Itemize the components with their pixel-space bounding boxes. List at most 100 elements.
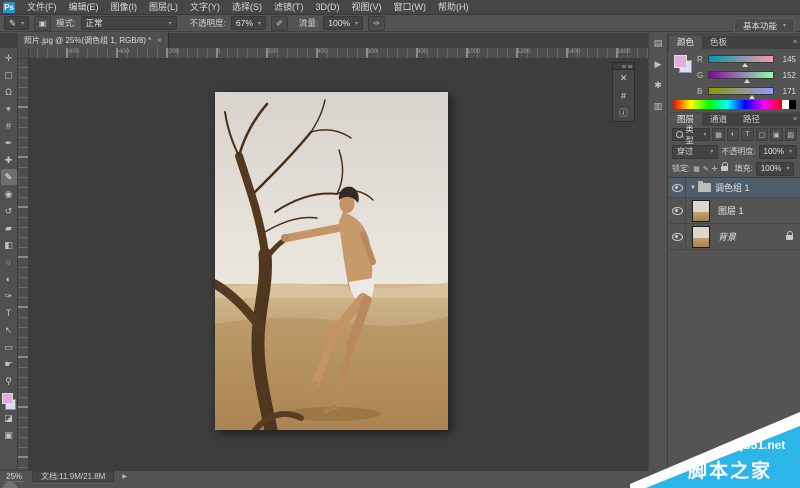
tab-paths[interactable]: 路径 xyxy=(735,113,768,126)
lock-move-icon[interactable]: ✛ xyxy=(712,165,718,173)
layer-name[interactable]: 调色组 1 xyxy=(715,181,750,194)
tool-hand[interactable]: ☛ xyxy=(1,356,17,372)
layer-row-group[interactable]: ▼ 调色组 1 xyxy=(669,178,800,198)
tool-clone-stamp[interactable]: ◉ xyxy=(1,186,17,202)
close-tab-icon[interactable]: × xyxy=(157,36,162,45)
tab-color[interactable]: 颜色 xyxy=(669,36,702,49)
tool-type[interactable]: T xyxy=(1,305,17,321)
blend-mode-select[interactable]: 正常 ▾ xyxy=(81,16,177,30)
panel-color-swatches[interactable] xyxy=(674,55,692,73)
menu-help[interactable]: 帮助(H) xyxy=(432,0,475,14)
menu-type[interactable]: 文字(Y) xyxy=(184,0,226,14)
tool-crop[interactable]: # xyxy=(1,118,17,134)
layer-opacity-select[interactable]: 100% ▾ xyxy=(759,145,797,159)
history-panel-icon[interactable]: ▤ xyxy=(654,38,663,48)
color-spectrum-ramp[interactable] xyxy=(673,100,796,109)
tool-path-selection[interactable]: ↖ xyxy=(1,322,17,338)
document-image[interactable] xyxy=(215,92,448,430)
menu-layer[interactable]: 图层(L) xyxy=(143,0,184,14)
floating-panel-header[interactable] xyxy=(613,63,634,70)
visibility-eye-icon[interactable] xyxy=(672,233,683,241)
tool-quick-mask[interactable]: ◪ xyxy=(1,410,17,426)
slider-marker-icon[interactable] xyxy=(742,63,748,67)
color-swatches[interactable] xyxy=(2,393,16,410)
ruler-horizontal[interactable]: -600 -400 -200 0 200 400 600 800 1000 12… xyxy=(18,48,648,59)
layer-blend-mode-select[interactable]: 穿过 ▾ xyxy=(672,145,718,159)
slice-icon[interactable]: ✕ xyxy=(615,70,632,87)
tool-eraser[interactable]: ▰ xyxy=(1,220,17,236)
tool-brush[interactable]: ✎ xyxy=(1,169,17,185)
spectrum-black-swatch[interactable] xyxy=(789,100,796,109)
tool-zoom[interactable]: ⚲ xyxy=(1,373,17,389)
toggle-brush-panel-button[interactable]: ▣ xyxy=(34,16,51,31)
tool-screen-mode[interactable]: ▣ xyxy=(1,427,17,443)
blue-slider[interactable] xyxy=(708,87,774,95)
tool-pen[interactable]: ✑ xyxy=(1,288,17,304)
filter-pixel-layers-icon[interactable]: ▦ xyxy=(712,128,724,141)
layer-row-layer1[interactable]: 图层 1 xyxy=(669,198,800,224)
lock-all-icon[interactable] xyxy=(721,166,728,171)
visibility-cell[interactable] xyxy=(669,198,686,223)
lock-transparency-icon[interactable]: ▦ xyxy=(693,165,700,173)
layer-filter-type-select[interactable]: 类型 ▾ xyxy=(672,128,710,141)
menu-select[interactable]: 选择(S) xyxy=(226,0,268,14)
spectrum-gradient[interactable] xyxy=(673,100,782,109)
pressure-opacity-button[interactable]: ✐ xyxy=(271,16,288,31)
tool-shape[interactable]: ▭ xyxy=(1,339,17,355)
visibility-eye-icon[interactable] xyxy=(672,184,683,192)
histogram-panel-icon[interactable]: ▥ xyxy=(654,101,663,111)
visibility-cell[interactable] xyxy=(669,178,686,197)
foreground-color-swatch[interactable] xyxy=(674,55,687,68)
zoom-level-field[interactable]: 25% xyxy=(4,472,24,482)
channel-value[interactable]: 145 xyxy=(778,55,796,64)
tool-lasso[interactable]: Ω xyxy=(1,84,17,100)
menu-image[interactable]: 图像(I) xyxy=(105,0,144,14)
brush-preset-picker[interactable]: ✎ ▾ xyxy=(4,16,29,30)
layer-thumbnail[interactable] xyxy=(692,200,710,222)
styles-panel-icon[interactable]: ✱ xyxy=(654,80,662,90)
count-icon[interactable]: # xyxy=(615,87,632,104)
tool-dodge[interactable]: ◐ xyxy=(1,271,17,287)
opacity-select[interactable]: 67% ▾ xyxy=(231,16,266,30)
menu-window[interactable]: 窗口(W) xyxy=(388,0,433,14)
group-expand-icon[interactable]: ▼ xyxy=(690,185,696,191)
tool-history-brush[interactable]: ↺ xyxy=(1,203,17,219)
layer-row-background[interactable]: 背景 xyxy=(669,224,800,250)
tool-rectangular-marquee[interactable]: ▢ xyxy=(1,67,17,83)
menu-3d[interactable]: 3D(D) xyxy=(310,0,346,14)
document-tab[interactable]: 照片.jpg @ 25%(调色组 1, RGB/8) * × xyxy=(18,33,169,48)
workspace-switcher-button[interactable]: 基本功能 ▾ xyxy=(734,18,795,33)
lock-paint-icon[interactable]: ✎ xyxy=(703,165,709,173)
tool-blur[interactable]: ○ xyxy=(1,254,17,270)
info-icon[interactable]: ⓘ xyxy=(615,104,632,121)
menu-edit[interactable]: 编辑(E) xyxy=(63,0,105,14)
panel-menu-icon[interactable]: ≡ xyxy=(793,116,797,123)
tool-move[interactable]: ✛ xyxy=(1,50,17,66)
status-options-arrow-icon[interactable]: ▶ xyxy=(122,473,127,480)
green-slider[interactable] xyxy=(708,71,774,79)
panel-menu-icon[interactable]: ≡ xyxy=(793,39,797,46)
filter-adjustment-layers-icon[interactable]: ◐ xyxy=(727,128,739,141)
filter-smart-objects-icon[interactable]: ▣ xyxy=(770,128,782,141)
visibility-cell[interactable] xyxy=(669,224,686,249)
filter-shape-layers-icon[interactable]: ▢ xyxy=(756,128,768,141)
tab-channels[interactable]: 通道 xyxy=(702,113,735,126)
airbrush-button[interactable]: ✑ xyxy=(368,16,385,31)
flow-select[interactable]: 100% ▾ xyxy=(323,16,363,30)
menu-filter[interactable]: 滤镜(T) xyxy=(268,0,310,14)
channel-value[interactable]: 152 xyxy=(778,71,796,80)
foreground-color-swatch[interactable] xyxy=(2,393,13,404)
ruler-origin-corner[interactable] xyxy=(18,48,29,59)
slider-marker-icon[interactable] xyxy=(749,95,755,99)
tool-spot-healing[interactable]: ✚ xyxy=(1,152,17,168)
filter-type-layers-icon[interactable]: T xyxy=(741,128,753,141)
tab-swatches[interactable]: 色板 xyxy=(702,36,735,49)
spectrum-white-swatch[interactable] xyxy=(782,100,789,109)
slider-marker-icon[interactable] xyxy=(744,79,750,83)
ruler-vertical[interactable] xyxy=(18,58,29,470)
filter-toggle-icon[interactable]: ▨ xyxy=(785,128,797,141)
layer-thumbnail[interactable] xyxy=(692,226,710,248)
fill-select[interactable]: 100% ▾ xyxy=(756,162,794,176)
red-slider[interactable] xyxy=(708,55,774,63)
tool-quick-selection[interactable]: ✴ xyxy=(1,101,17,117)
